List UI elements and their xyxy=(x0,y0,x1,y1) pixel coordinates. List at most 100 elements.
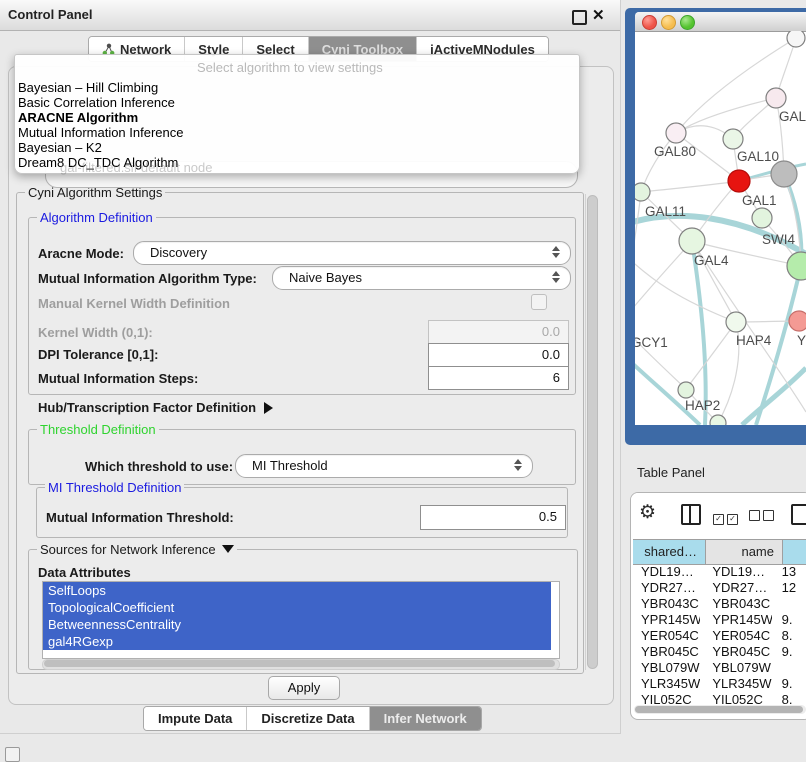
cell[interactable]: YBR045C xyxy=(633,644,700,660)
cell[interactable]: 9. xyxy=(772,676,806,692)
table-row[interactable]: YBR045CYBR045C9. xyxy=(633,644,806,660)
cell[interactable]: YIL052C xyxy=(700,692,771,704)
network-node-hap4[interactable] xyxy=(726,312,746,332)
cell[interactable]: YBR043C xyxy=(700,596,771,612)
cell[interactable]: 13 xyxy=(772,564,806,580)
tab-discretize-data[interactable]: Discretize Data xyxy=(247,707,369,730)
dropdown-item[interactable]: Mutual Information Inference xyxy=(15,125,579,140)
list-item[interactable]: TopologicalCoefficient xyxy=(43,599,551,616)
cell[interactable]: YDR27… xyxy=(700,580,771,596)
cell[interactable]: YDL19… xyxy=(700,564,771,580)
gear-icon[interactable]: ⚙ xyxy=(639,501,656,524)
float-window-icon[interactable] xyxy=(572,10,587,25)
mi-steps-field[interactable]: 6 xyxy=(428,366,569,390)
table-horizontal-scrollbar[interactable] xyxy=(634,705,806,714)
cell[interactable]: YBL079W xyxy=(700,660,771,676)
cell[interactable] xyxy=(772,596,806,612)
cell[interactable]: YBL079W xyxy=(633,660,700,676)
manual-kernel-checkbox[interactable] xyxy=(531,294,547,310)
add-column-icon[interactable] xyxy=(791,504,806,525)
cell[interactable]: YIL052C xyxy=(633,692,700,704)
dpi-tolerance-label: DPI Tolerance [0,1]: xyxy=(38,347,158,362)
cell[interactable]: YDR27… xyxy=(633,580,700,596)
list-item[interactable]: gal4RGexp xyxy=(43,633,551,650)
cell[interactable]: 9. xyxy=(772,612,806,628)
cell[interactable]: YER054C xyxy=(700,628,771,644)
minimize-traffic-light[interactable] xyxy=(661,15,676,30)
expand-right-icon xyxy=(264,402,273,414)
split-columns-icon[interactable] xyxy=(681,504,701,525)
network-node-selected-red[interactable] xyxy=(728,170,750,192)
network-node-gal4[interactable] xyxy=(679,228,705,254)
list-horizontal-scrollbar[interactable] xyxy=(42,659,560,670)
cell[interactable]: 8. xyxy=(772,628,806,644)
cell[interactable]: YPR145W xyxy=(633,612,700,628)
column-header-partial[interactable] xyxy=(783,540,806,564)
network-node[interactable] xyxy=(710,415,726,425)
network-canvas[interactable]: GAL GAL80 GAL10 GAL1 GAL11 SWI4 GAL4 GCY… xyxy=(635,31,806,425)
table-row[interactable]: YIL052CYIL052C8. xyxy=(633,692,806,704)
network-node-gal80[interactable] xyxy=(666,123,686,143)
table-row[interactable]: YDL19…YDL19…13 xyxy=(633,564,806,580)
cell[interactable]: 9. xyxy=(772,644,806,660)
cell[interactable]: 8. xyxy=(772,692,806,704)
zoom-traffic-light[interactable] xyxy=(680,15,695,30)
mi-type-combo[interactable]: Naive Bayes xyxy=(272,266,571,290)
network-node-gal10[interactable] xyxy=(723,129,743,149)
settings-scrollbar[interactable] xyxy=(585,194,598,670)
close-icon[interactable]: ✕ xyxy=(592,6,605,24)
table-row[interactable]: YBL079WYBL079W xyxy=(633,660,806,676)
select-all-columns-icon[interactable]: ✓✓ xyxy=(713,509,741,525)
cell[interactable]: YLR345W xyxy=(633,676,700,692)
dropdown-item[interactable]: Bayesian – K2 xyxy=(15,140,579,155)
cell[interactable]: YLR345W xyxy=(700,676,771,692)
apply-button[interactable]: Apply xyxy=(268,676,340,700)
column-header-shared-name[interactable]: shared… xyxy=(633,540,706,564)
column-header-name[interactable]: name xyxy=(706,540,783,564)
settings-scrollbar-thumb[interactable] xyxy=(587,195,598,669)
hub-definition-toggle[interactable]: Hub/Transcription Factor Definition xyxy=(38,400,273,415)
table-row[interactable]: YBR043CYBR043C xyxy=(633,596,806,612)
sources-toggle[interactable]: Sources for Network Inference xyxy=(37,542,237,557)
dropdown-item-selected[interactable]: ARACNE Algorithm xyxy=(15,110,579,125)
kernel-width-field[interactable]: 0.0 xyxy=(428,320,569,344)
algorithm-combo-placeholder[interactable]: Select algorithm to view settings xyxy=(15,55,579,80)
list-item[interactable]: BetweennessCentrality xyxy=(43,616,551,633)
table-row[interactable]: YPR145WYPR145W9. xyxy=(633,612,806,628)
cell[interactable] xyxy=(772,660,806,676)
deselect-all-columns-icon[interactable] xyxy=(749,509,777,524)
table-row[interactable]: YLR345WYLR345W9. xyxy=(633,676,806,692)
cell[interactable]: YER054C xyxy=(633,628,700,644)
close-traffic-light[interactable] xyxy=(642,15,657,30)
tab-impute-data[interactable]: Impute Data xyxy=(144,707,247,730)
cell[interactable]: YBR045C xyxy=(700,644,771,660)
table-row[interactable]: YDR27…YDR27…12 xyxy=(633,580,806,596)
network-node[interactable] xyxy=(787,31,805,47)
cell[interactable]: YPR145W xyxy=(700,612,771,628)
table-row[interactable]: YER054CYER054C8. xyxy=(633,628,806,644)
aracne-mode-combo[interactable]: Discovery xyxy=(133,241,571,265)
which-threshold-combo[interactable]: MI Threshold xyxy=(235,454,533,478)
cell[interactable]: 12 xyxy=(772,580,806,596)
cell[interactable]: YBR043C xyxy=(633,596,700,612)
network-node-swi4[interactable] xyxy=(787,252,806,280)
data-attributes-list[interactable]: SelfLoops TopologicalCoefficient Between… xyxy=(42,581,560,659)
network-node-gray[interactable] xyxy=(771,161,797,187)
mi-threshold-field[interactable]: 0.5 xyxy=(420,505,566,530)
network-node-gal1[interactable] xyxy=(752,208,772,228)
tab-infer-network[interactable]: Infer Network xyxy=(370,707,481,730)
dropdown-item[interactable]: Basic Correlation Inference xyxy=(15,95,579,110)
table-scrollbar-thumb[interactable] xyxy=(635,706,803,713)
list-scrollbar-thumb[interactable] xyxy=(44,660,555,667)
dpi-tolerance-field[interactable]: 0.0 xyxy=(428,343,569,367)
network-node-salmon[interactable] xyxy=(789,311,806,331)
which-threshold-value: MI Threshold xyxy=(252,458,328,473)
table-body: YDL19…YDL19…13 YDR27…YDR27…12 YBR043CYBR… xyxy=(633,564,806,704)
cytopanel-dock-icon[interactable] xyxy=(5,747,20,762)
network-node-hap2[interactable] xyxy=(678,382,694,398)
list-item[interactable]: SelfLoops xyxy=(43,582,551,599)
dropdown-item[interactable]: Bayesian – Hill Climbing xyxy=(15,80,579,95)
network-node[interactable] xyxy=(766,88,786,108)
network-node-gal11[interactable] xyxy=(635,183,650,201)
cell[interactable]: YDL19… xyxy=(633,564,700,580)
